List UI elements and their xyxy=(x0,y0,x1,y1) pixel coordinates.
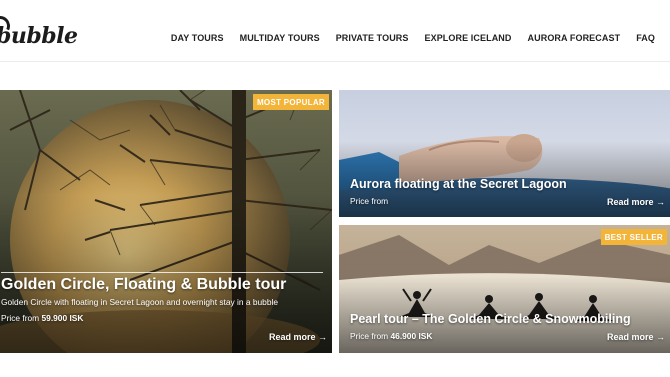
best-seller-badge: BEST SELLER xyxy=(600,229,667,245)
main-nav: DAY TOURS MULTIDAY TOURS PRIVATE TOURS E… xyxy=(171,33,655,43)
price-label: Price from xyxy=(350,196,389,206)
tour-title[interactable]: Golden Circle, Floating & Bubble tour xyxy=(1,276,286,294)
read-more-link[interactable]: Read more → xyxy=(607,332,665,342)
read-more-link[interactable]: Read more → xyxy=(607,197,665,207)
tour-card-aurora-floating[interactable]: Aurora floating at the Secret Lagoon Pri… xyxy=(339,90,670,217)
most-popular-badge: MOST POPULAR xyxy=(252,94,329,110)
price-value: 46.900 ISK xyxy=(390,331,433,341)
price-label: Price from xyxy=(1,313,40,323)
nav-item-aurora-forecast[interactable]: AURORA FORECAST xyxy=(528,33,621,43)
nav-item-multiday-tours[interactable]: MULTIDAY TOURS xyxy=(240,33,320,43)
title-divider xyxy=(1,272,323,273)
tour-description: Golden Circle with floating in Secret La… xyxy=(1,297,279,307)
tour-title[interactable]: Aurora floating at the Secret Lagoon xyxy=(350,177,567,191)
nav-item-day-tours[interactable]: DAY TOURS xyxy=(171,33,224,43)
price-value: 59.900 ISK xyxy=(41,313,84,323)
tour-title[interactable]: Pearl tour – The Golden Circle & Snowmob… xyxy=(350,312,631,326)
tour-price: Price from 46.900 ISK xyxy=(350,331,432,341)
nav-item-private-tours[interactable]: PRIVATE TOURS xyxy=(336,33,409,43)
tour-price: Price from 59.900 ISK xyxy=(1,313,83,323)
nav-item-explore-iceland[interactable]: EXPLORE ICELAND xyxy=(425,33,512,43)
tour-price: Price from xyxy=(350,196,388,206)
tour-card-golden-circle-bubble[interactable]: MOST POPULAR Golden Circle, Floating & B… xyxy=(0,90,332,353)
tour-card-pearl-snowmobiling[interactable]: BEST SELLER Pearl tour – The Golden Circ… xyxy=(339,225,670,353)
price-label: Price from xyxy=(350,331,389,341)
card-overlay xyxy=(0,195,332,353)
read-more-link[interactable]: Read more → xyxy=(269,332,327,342)
nav-item-faq[interactable]: FAQ xyxy=(636,33,655,43)
logo-text: bubble xyxy=(0,23,78,49)
site-header: bubble DAY TOURS MULTIDAY TOURS PRIVATE … xyxy=(0,0,670,62)
